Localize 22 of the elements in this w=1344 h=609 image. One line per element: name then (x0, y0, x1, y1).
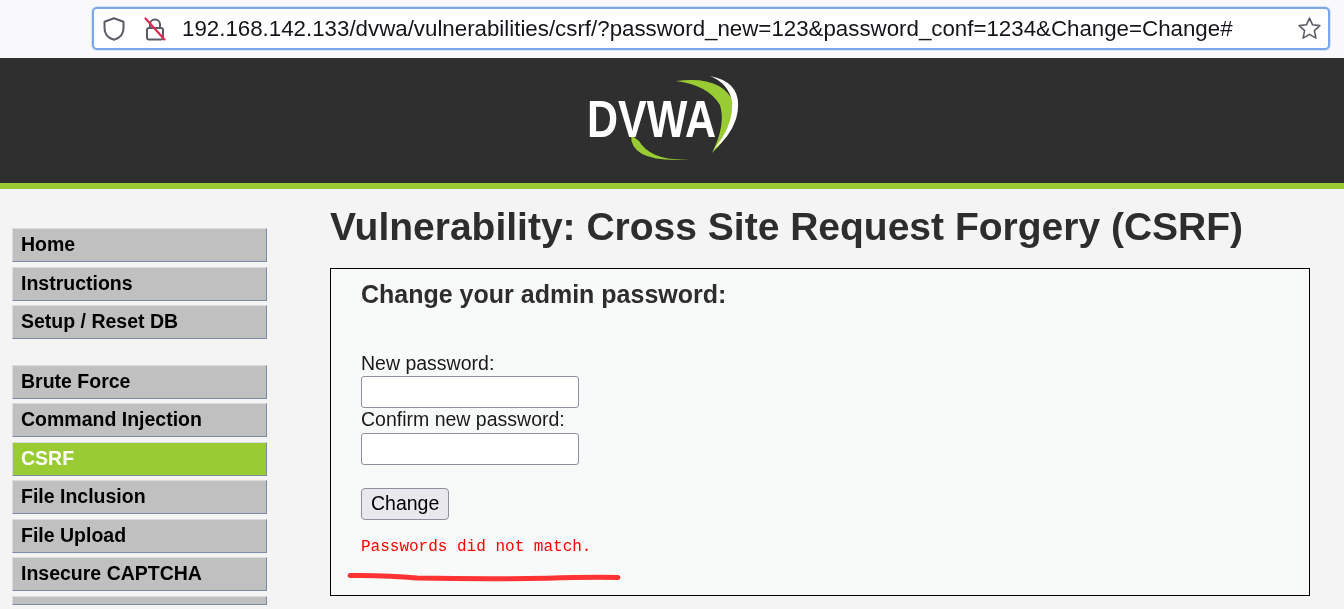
field-label: Confirm new password: (361, 408, 566, 432)
star-icon[interactable] (1298, 17, 1321, 40)
field-label: New password: (361, 351, 496, 376)
sidebar-item[interactable]: File Upload (12, 518, 267, 553)
sidebar-item[interactable] (12, 595, 267, 605)
sidebar-item[interactable]: Brute Force (12, 364, 267, 399)
crossed-lock-icon[interactable] (144, 16, 166, 41)
sidebar-item[interactable]: Insecure CAPTCHA (12, 557, 267, 591)
form-heading: Change your admin password: (361, 278, 728, 309)
change-button[interactable]: Change (361, 487, 450, 520)
sidebar-item[interactable]: Setup / Reset DB (12, 305, 267, 339)
logo: DVWA (584, 73, 744, 168)
password-field[interactable] (361, 376, 579, 409)
shield-icon[interactable] (103, 16, 125, 41)
address-field[interactable]: 192.168.142.133/dvwa/vulnerabilities/csrf/?password_new=123&password_conf=1234&Change=Change# (92, 7, 1330, 50)
sidebar-item[interactable]: Home (12, 228, 267, 262)
password-field[interactable] (361, 432, 579, 465)
sidebar-item[interactable]: File Inclusion (12, 480, 267, 514)
sidebar-item[interactable]: Command Injection (12, 403, 267, 437)
error-message: Passwords did not match. (361, 537, 593, 557)
page-title: Vulnerability: Cross Site Request Forgery (CSRF) (330, 204, 1245, 250)
sidebar-item[interactable]: Instructions (12, 266, 267, 301)
